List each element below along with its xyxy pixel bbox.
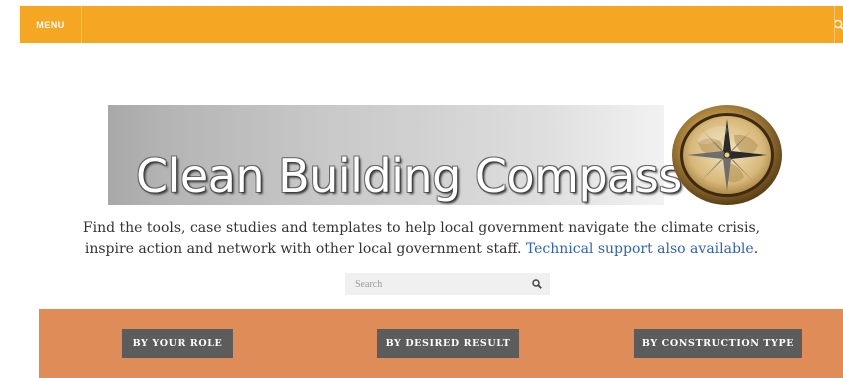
compass-icon xyxy=(672,105,782,205)
intro-suffix: . xyxy=(753,241,759,257)
top-nav-bar: MENU xyxy=(20,6,843,43)
by-your-role-button[interactable]: BY YOUR ROLE xyxy=(122,329,233,358)
site-title: Clean Building Compass xyxy=(136,149,682,203)
search-input[interactable] xyxy=(345,273,525,295)
menu-button[interactable]: MENU xyxy=(20,6,82,43)
technical-support-link[interactable]: Technical support also available xyxy=(526,241,754,257)
intro-text: Find the tools, case studies and templat… xyxy=(60,218,783,260)
search-box xyxy=(345,273,550,295)
hero-banner: Clean Building Compass xyxy=(108,105,785,205)
filter-panel: BY YOUR ROLE BY DESIRED RESULT BY CONSTR… xyxy=(39,309,843,378)
search-icon[interactable] xyxy=(532,279,542,289)
header-search-button[interactable] xyxy=(834,6,843,43)
by-construction-type-button[interactable]: BY CONSTRUCTION TYPE xyxy=(634,329,802,358)
search-icon xyxy=(835,19,843,31)
by-desired-result-button[interactable]: BY DESIRED RESULT xyxy=(377,329,519,358)
menu-label: MENU xyxy=(36,19,65,30)
